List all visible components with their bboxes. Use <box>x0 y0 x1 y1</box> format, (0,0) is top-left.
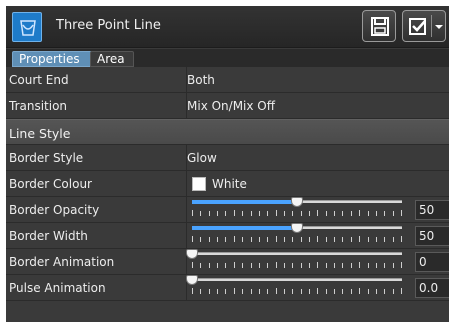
slider-fill <box>192 200 297 204</box>
save-icon <box>371 17 389 36</box>
border-width-label: Border Width <box>9 229 88 243</box>
border-animation-label: Border Animation <box>9 255 115 269</box>
transition-value: Mix On/Mix Off <box>187 99 276 113</box>
slider-thumb[interactable] <box>291 223 303 233</box>
apply-menu-button[interactable] <box>402 10 446 42</box>
border-opacity-input[interactable]: 50 <box>415 200 449 220</box>
border-animation-control: 0 <box>186 249 449 274</box>
slider-ticks <box>192 210 402 216</box>
border-colour-value: White <box>212 177 247 191</box>
court-end-dropdown[interactable]: Both <box>186 67 449 92</box>
slider-thumb[interactable] <box>186 275 198 285</box>
chevron-down-icon[interactable] <box>434 23 444 31</box>
border-colour-label: Border Colour <box>9 177 92 191</box>
transition-label: Transition <box>9 99 68 113</box>
border-opacity-control: 50 <box>186 197 449 222</box>
colour-swatch[interactable] <box>192 177 206 191</box>
transition-dropdown[interactable]: Mix On/Mix Off <box>186 93 449 118</box>
tab-properties[interactable]: Properties <box>12 51 92 67</box>
window-title: Three Point Line <box>56 18 161 33</box>
tab-bar: Properties Area <box>6 49 449 67</box>
border-width-slider[interactable] <box>192 223 402 233</box>
border-opacity-slider[interactable] <box>192 197 402 207</box>
pulse-animation-slider[interactable] <box>186 275 402 285</box>
pulse-animation-control: 0.0 <box>186 275 449 300</box>
row-border-style: Border Style Glow <box>6 145 449 171</box>
pulse-animation-input[interactable]: 0.0 <box>415 278 449 298</box>
slider-ticks <box>192 288 402 294</box>
border-colour-picker[interactable]: White <box>186 171 449 196</box>
border-animation-slider[interactable] <box>186 249 402 259</box>
row-pulse-animation: Pulse Animation 0.0 <box>6 275 449 301</box>
pulse-animation-label: Pulse Animation <box>9 281 106 295</box>
border-width-control: 50 <box>186 223 449 248</box>
slider-thumb[interactable] <box>186 249 198 259</box>
border-style-label: Border Style <box>9 151 84 165</box>
row-border-width: Border Width 50 <box>6 223 449 249</box>
border-opacity-label: Border Opacity <box>9 203 100 217</box>
slider-fill <box>192 226 297 230</box>
section-line-style[interactable]: Line Style <box>6 119 449 145</box>
slider-ticks <box>192 236 402 242</box>
row-court-end: Court End Both <box>6 67 449 93</box>
button-divider <box>431 15 432 37</box>
tab-area[interactable]: Area <box>90 51 134 67</box>
court-end-label: Court End <box>9 73 69 87</box>
border-width-input[interactable]: 50 <box>415 226 449 246</box>
slider-thumb[interactable] <box>291 197 303 207</box>
row-transition: Transition Mix On/Mix Off <box>6 93 449 119</box>
border-animation-input[interactable]: 0 <box>415 252 449 272</box>
row-border-animation: Border Animation 0 <box>6 249 449 275</box>
row-border-colour: Border Colour White <box>6 171 449 197</box>
slider-ticks <box>192 262 402 268</box>
properties-panel: Three Point Line Properties Area Court E… <box>6 6 449 322</box>
border-style-dropdown[interactable]: Glow <box>186 145 449 170</box>
section-label: Line Style <box>9 126 71 141</box>
basketball-court-icon <box>12 12 42 42</box>
court-end-value: Both <box>187 73 215 87</box>
border-style-value: Glow <box>187 151 217 165</box>
row-border-opacity: Border Opacity 50 <box>6 197 449 223</box>
save-button[interactable] <box>362 10 396 42</box>
header-bar: Three Point Line <box>6 6 449 48</box>
